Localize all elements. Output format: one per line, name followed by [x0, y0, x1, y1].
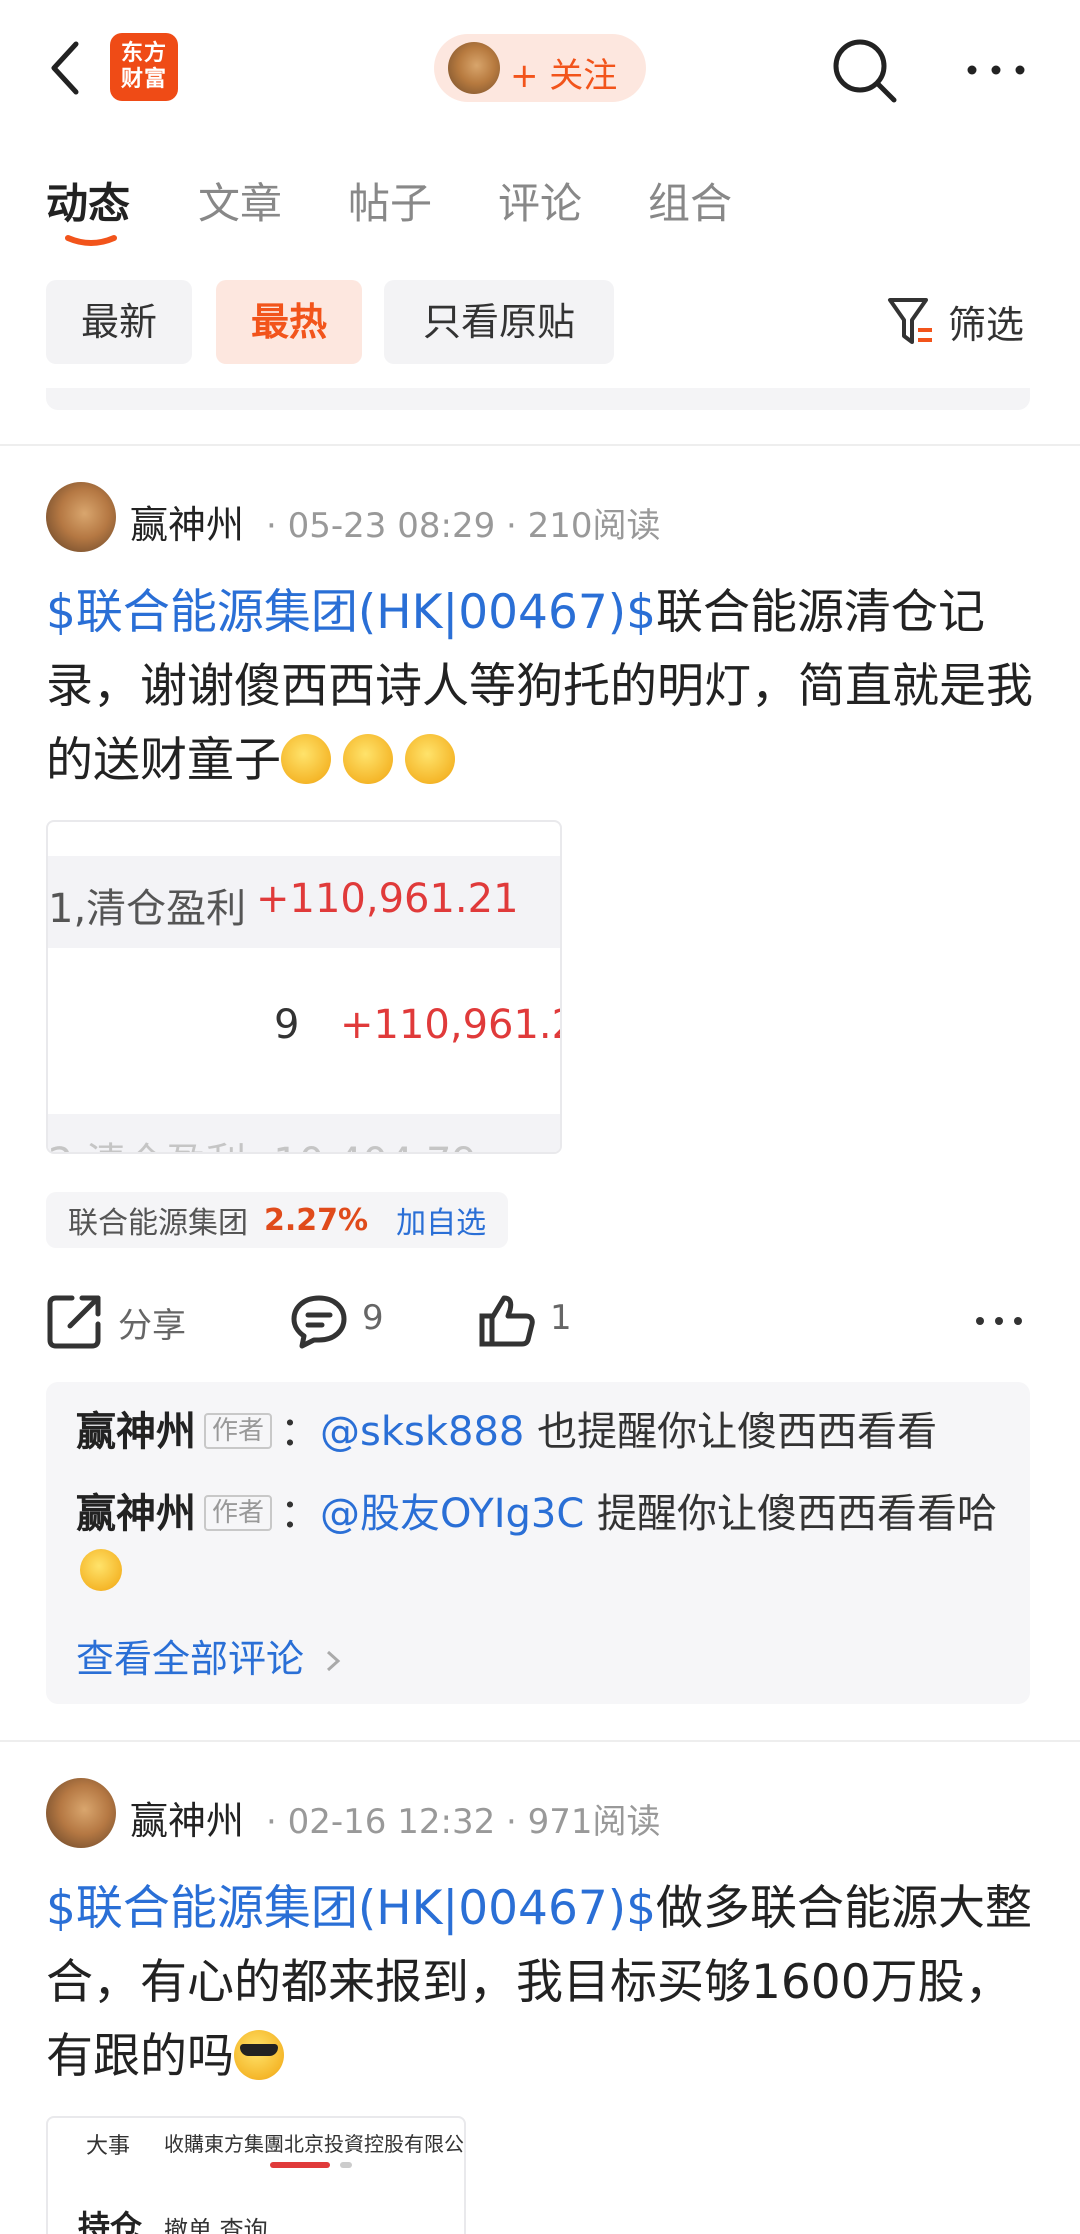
tab-comments[interactable]: 评论	[498, 170, 582, 231]
logo-line-1: 东方	[120, 41, 167, 66]
like-count: 1	[550, 1298, 572, 1338]
comment-colon: ：	[280, 1409, 321, 1455]
image-row-value: +110,961.2	[340, 1002, 562, 1048]
comment-count: 9	[362, 1298, 384, 1338]
tab-posts[interactable]: 帖子	[348, 170, 432, 231]
comment-author[interactable]: 赢神州	[76, 1409, 196, 1455]
image-tab-label: 大事	[86, 2134, 131, 2159]
chevron-right-icon	[327, 1650, 341, 1672]
filter-label: 筛选	[948, 303, 1025, 347]
image-indicator-active	[270, 2162, 330, 2168]
stock-name: 联合能源集团	[68, 1206, 248, 1241]
search-icon[interactable]	[830, 36, 900, 106]
smirk-emoji-icon	[405, 734, 455, 784]
logo-line-2: 财富	[120, 67, 167, 92]
post-meta: · 02-16 12:32 · 971阅读	[266, 1802, 661, 1842]
back-arrow-icon[interactable]	[46, 38, 86, 98]
author-avatar[interactable]	[46, 482, 116, 552]
post-actions: 分享 9 1	[0, 1286, 1080, 1356]
stock-change: 2.27%	[264, 1202, 369, 1238]
comment-colon: ：	[280, 1491, 321, 1537]
smirk-emoji-icon	[281, 734, 331, 784]
stock-tag-link[interactable]: $联合能源集团(HK|00467)$	[46, 585, 656, 640]
share-label: 分享	[118, 1306, 186, 1346]
post-meta: · 05-23 08:29 · 210阅读	[266, 506, 661, 546]
tab-dynamics[interactable]: 动态	[46, 170, 130, 231]
smirk-emoji-icon	[343, 734, 393, 784]
active-tab-indicator	[65, 235, 117, 246]
author-name[interactable]: 赢神州	[130, 494, 244, 549]
comments-preview: 赢神州 作者 ：@sksk888 也提醒你让傻西西看看 赢神州 作者 ：@股友OYIg3…	[46, 1382, 1030, 1704]
post-image[interactable]: 1,清仓盈利 +110,961.21 9 +110,961.2 2,清仓盈利 -…	[46, 820, 562, 1154]
comment-author[interactable]: 赢神州	[76, 1491, 196, 1537]
image-indicator	[340, 2162, 352, 2168]
image-row-value: +110,961.21	[256, 876, 519, 922]
sunglasses-emoji-icon	[234, 2030, 284, 2080]
top-nav-bar: 东方 财富 + 关注	[0, 0, 1080, 136]
author-name[interactable]: 赢神州	[130, 1790, 244, 1845]
image-row-label: 持仓	[78, 2208, 143, 2234]
view-all-comments-link[interactable]: 查看全部评论	[76, 1628, 342, 1683]
author-badge: 作者	[204, 1413, 273, 1449]
tab-articles[interactable]: 文章	[198, 170, 282, 231]
comment-item[interactable]: 赢神州 作者 ：@sksk888 也提醒你让傻西西看看	[76, 1404, 1016, 1460]
more-options-icon[interactable]	[964, 50, 1028, 90]
stock-tag-link[interactable]: $联合能源集团(HK|00467)$	[46, 1881, 656, 1936]
app-logo[interactable]: 东方 财富	[110, 33, 178, 101]
filter-newest-button[interactable]: 最新	[46, 280, 192, 364]
image-headline: 收購東方集團北京投資控股有限公司及其	[164, 2132, 464, 2156]
image-row-actions: 撤单 查询	[164, 2216, 268, 2234]
comment-bubble-icon	[291, 1295, 347, 1349]
post-more-icon[interactable]	[974, 1308, 1024, 1334]
filter-original-only-button[interactable]: 只看原贴	[384, 280, 614, 364]
funnel-icon	[888, 298, 932, 344]
divider	[0, 444, 1080, 446]
stock-chip[interactable]: 联合能源集团 2.27% 加自选	[46, 1192, 509, 1248]
comment-item[interactable]: 赢神州 作者 ：@股友OYIg3C 提醒你让傻西西看看哈	[76, 1486, 1016, 1598]
share-icon	[47, 1295, 101, 1349]
user-avatar	[448, 42, 500, 94]
divider	[0, 1740, 1080, 1742]
comment-text: 提醒你让傻西西看看哈	[584, 1491, 998, 1537]
profile-tabs: 动态 文章 帖子 评论 组合	[0, 160, 1080, 250]
view-all-label: 查看全部评论	[76, 1637, 305, 1681]
author-badge: 作者	[204, 1495, 273, 1531]
post-body[interactable]: $联合能源集团(HK|00467)$联合能源清仓记录，谢谢傻西西诗人等狗托的明灯…	[46, 576, 1036, 798]
follow-button[interactable]: + 关注	[434, 34, 646, 102]
post-body[interactable]: $联合能源集团(HK|00467)$做多联合能源大整合，有心的都来报到，我目标买…	[46, 1872, 1036, 2094]
collapsed-card-edge	[46, 388, 1030, 410]
thumbs-up-icon	[479, 1295, 535, 1347]
tab-portfolio[interactable]: 组合	[648, 170, 732, 231]
image-row-label: 1,清仓盈利	[48, 886, 247, 932]
comment-text: 也提醒你让傻西西看看	[524, 1409, 938, 1455]
add-watchlist-link[interactable]: 加自选	[396, 1198, 486, 1242]
laughing-tears-emoji-icon	[80, 1549, 122, 1591]
comment-mention[interactable]: @股友OYIg3C	[320, 1491, 584, 1537]
post-image[interactable]: 大事 收購東方集團北京投資控股有限公司及其 持仓 撤单 查询	[46, 2116, 466, 2234]
follow-label: + 关注	[510, 56, 618, 96]
image-row-partial: 2,清仓盈利 -10,404.79	[48, 1130, 477, 1152]
author-avatar[interactable]	[46, 1778, 116, 1848]
comment-mention[interactable]: @sksk888	[320, 1409, 524, 1455]
filter-hottest-button[interactable]: 最热	[216, 280, 362, 364]
image-row-label: 9	[274, 1002, 300, 1048]
